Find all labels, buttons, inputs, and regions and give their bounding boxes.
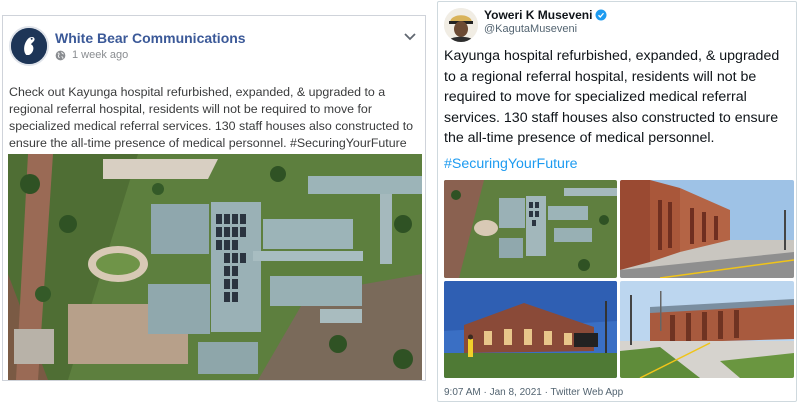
verified-badge-icon [595, 9, 607, 21]
tweet-photo-evening-building[interactable] [444, 281, 617, 378]
chevron-down-icon[interactable] [403, 32, 417, 42]
page-avatar[interactable] [9, 26, 49, 66]
tweet-text: Kayunga hospital refurbished, expanded, … [444, 48, 780, 146]
tweet-timestamp-footer[interactable]: 9:07 AM · Jan 8, 2021 · Twitter Web App [444, 387, 623, 398]
post-time[interactable]: 1 week ago [72, 49, 128, 61]
white-bear-logo-icon [11, 28, 47, 64]
aerial-hospital-image[interactable] [8, 154, 422, 380]
tweet-card: Yoweri K Museveni @KagutaMuseveni Kayung… [437, 1, 797, 402]
aerial-hospital-photo [444, 180, 617, 278]
author-name[interactable]: Yoweri K Museveni [484, 8, 592, 22]
tweet-photo-brick-building[interactable] [620, 180, 794, 278]
post-text: Check out Kayunga hospital refurbished, … [9, 85, 414, 150]
page-name[interactable]: White Bear Communications [55, 30, 246, 46]
profile-photo-icon [444, 8, 478, 42]
profile-avatar[interactable] [444, 8, 478, 42]
aerial-hospital-photo [8, 154, 422, 380]
evening-building-photo [444, 281, 617, 378]
brick-building-photo [620, 180, 794, 278]
post-meta: 1 week ago [55, 48, 128, 62]
facebook-post-card: White Bear Communications 1 week ago Che… [2, 15, 426, 381]
tweet-photo-hospital-entrance[interactable] [620, 281, 794, 378]
post-header: White Bear Communications 1 week ago [9, 26, 421, 66]
author-handle[interactable]: @KagutaMuseveni [484, 23, 577, 35]
tweet-photo-grid [444, 180, 794, 380]
globe-icon [55, 50, 66, 60]
hashtag-link[interactable]: #SecuringYourFuture [444, 156, 578, 172]
tweet-photo-aerial[interactable] [444, 180, 617, 278]
hospital-entrance-photo [620, 281, 794, 378]
tweet-author-row: Yoweri K Museveni [484, 8, 607, 22]
